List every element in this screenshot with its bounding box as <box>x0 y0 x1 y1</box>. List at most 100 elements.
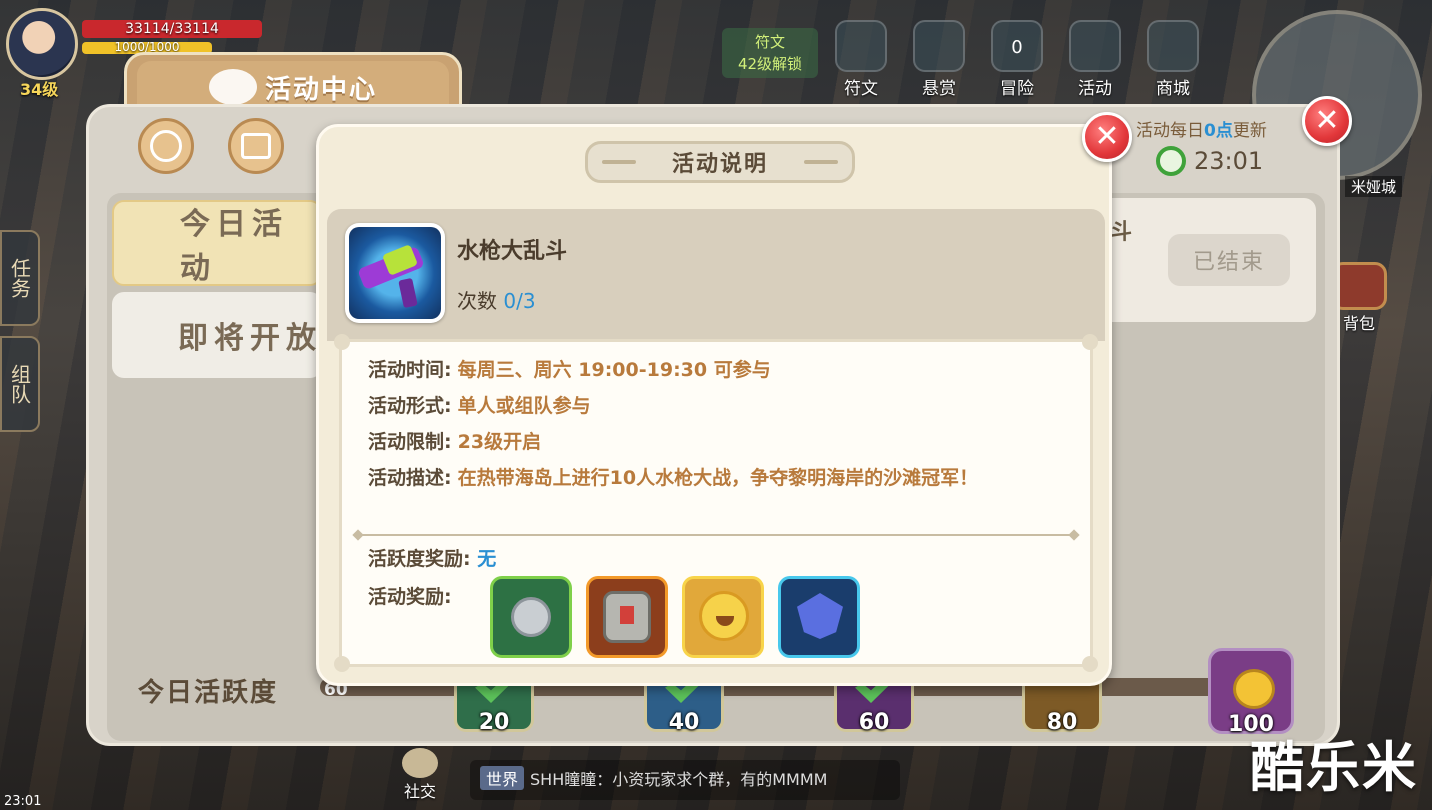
refresh-highlight: 0点 <box>1204 121 1233 141</box>
side-tabs: 任务 组队 <box>0 230 44 442</box>
rune-unlock-badge: 符文 42级解锁 <box>722 28 818 78</box>
system-clock: 23:01 <box>4 794 42 809</box>
corner-ornament <box>334 334 350 350</box>
detail-row-format: 活动形式: 单人或组队参与 <box>368 388 1088 424</box>
close-icon: ✕ <box>1094 119 1120 154</box>
water-gun-item-icon <box>345 223 445 323</box>
social-icon <box>402 748 438 778</box>
stopwatch-icon <box>1156 146 1186 176</box>
menu-shop[interactable]: 商城 <box>1138 20 1208 100</box>
countdown-timer: 23:01 <box>1156 146 1263 176</box>
activity-center-title: 活动中心 <box>264 74 377 105</box>
milestone-value: 40 <box>668 710 700 735</box>
social-button[interactable]: 社交 <box>392 748 448 802</box>
chat-bar[interactable]: 世界 SHH瞳瞳：小资玩家求个群，有的MMMM <box>470 760 900 800</box>
menu-bounty[interactable]: 悬赏 <box>904 20 974 100</box>
modal-close-button[interactable]: ✕ <box>1082 112 1132 162</box>
milestone-value: 60 <box>858 710 890 735</box>
hp-bar: 33114/33114 <box>82 20 262 38</box>
sun-pet-icon <box>699 591 749 641</box>
minimap-location: 米娅城 <box>1344 176 1402 197</box>
menu-rune-label: 符文 <box>844 79 878 99</box>
refresh-prefix: 活动每日 <box>1136 121 1204 141</box>
row-value: 每周三、周六 19:00-19:30 可参与 <box>457 359 771 381</box>
daily-activity-label: 今日活跃度 <box>138 678 279 708</box>
activity-detail-box: 活动时间: 每周三、周六 19:00-19:30 可参与 活动形式: 单人或组队… <box>334 334 1098 672</box>
chat-channel-tag: 世界 <box>480 766 525 790</box>
activity-name: 水枪大乱斗 <box>457 239 568 264</box>
silver-coins-icon <box>511 597 551 637</box>
corner-ornament <box>1082 334 1098 350</box>
side-tab-team[interactable]: 组队 <box>0 336 40 432</box>
menu-bounty-label: 悬赏 <box>922 79 956 99</box>
rune-badge-sub: 42级解锁 <box>737 55 803 73</box>
tab-upcoming[interactable]: 即将开放 <box>112 292 322 378</box>
title-ornament-icon <box>804 160 838 164</box>
side-tab-quest[interactable]: 任务 <box>0 230 40 326</box>
menu-activity[interactable]: 活动 <box>1060 20 1130 100</box>
row-value: 在热带海岛上进行10人水枪大战，争夺黎明海岸的沙滩冠军！ <box>457 467 979 489</box>
section-divider <box>356 534 1076 536</box>
count-label: 次数 <box>457 289 497 313</box>
row-key: 活动限制: <box>368 431 452 453</box>
activity-emblem-icon <box>208 69 257 105</box>
adventure-icon: 0 <box>991 20 1043 72</box>
detail-row-limit: 活动限制: 23级开启 <box>368 424 1088 460</box>
milestone-value: 20 <box>478 710 510 735</box>
rune-badge-title: 符文 <box>754 33 785 51</box>
badge-chest-icon <box>603 591 651 643</box>
alarm-clock-icon <box>150 130 182 162</box>
reward-blue-gem[interactable] <box>778 576 860 658</box>
calendar-tab-button[interactable] <box>228 118 284 174</box>
count-value: 0/3 <box>503 289 536 313</box>
rune-icon <box>835 20 887 72</box>
refresh-notice: 活动每日0点更新 <box>1136 116 1267 141</box>
calendar-icon <box>241 133 271 159</box>
row-key: 活动时间: <box>368 359 452 381</box>
bounty-icon <box>913 20 965 72</box>
timer-text: 23:01 <box>1194 147 1264 175</box>
ended-button[interactable]: 已结束 <box>1168 234 1290 286</box>
adventure-count: 0 <box>1011 37 1023 58</box>
attempt-count: 次数 0/3 <box>457 285 536 314</box>
shop-icon <box>1147 20 1199 72</box>
detail-rows: 活动时间: 每周三、周六 19:00-19:30 可参与 活动形式: 单人或组队… <box>368 352 1088 490</box>
row-value: 单人或组队参与 <box>457 395 591 417</box>
menu-activity-label: 活动 <box>1078 79 1112 99</box>
row-key: 活动描述: <box>368 467 452 489</box>
menu-adventure[interactable]: 0 冒险 <box>982 20 1052 100</box>
liveness-label: 活跃度奖励: <box>368 548 471 570</box>
reward-sun-pet[interactable] <box>682 576 764 658</box>
activity-info-modal: 活动说明 水枪大乱斗 次数 0/3 活动时间: 每周三、周六 19:00-19:… <box>316 124 1112 686</box>
menu-rune[interactable]: 符文 <box>826 20 896 100</box>
reward-badge-chest[interactable] <box>586 576 668 658</box>
tab-today-activity[interactable]: 今日活动 <box>112 200 322 286</box>
gold-coins-icon <box>1233 669 1275 709</box>
activity-icon <box>1069 20 1121 72</box>
hp-text: 33114/33114 <box>125 21 219 37</box>
clock-tab-button[interactable] <box>138 118 194 174</box>
player-level: 34级 <box>20 80 59 99</box>
refresh-suffix: 更新 <box>1232 121 1267 141</box>
milestone-chest-100[interactable]: 100 <box>1208 648 1294 737</box>
modal-title: 活动说明 <box>671 152 768 177</box>
detail-row-time: 活动时间: 每周三、周六 19:00-19:30 可参与 <box>368 352 1088 388</box>
player-avatar[interactable] <box>6 8 78 80</box>
watermark-logo: 酷乐米 <box>1250 736 1418 799</box>
row-key: 活动形式: <box>368 395 452 417</box>
activity-row-name-fragment: 斗 <box>1110 220 1133 245</box>
chat-message: SHH瞳瞳：小资玩家求个群，有的MMMM <box>530 770 828 789</box>
menu-shop-label: 商城 <box>1156 79 1190 99</box>
top-menu: 符文 悬赏 0 冒险 活动 商城 <box>826 20 1208 100</box>
milestone-value: 80 <box>1046 710 1078 735</box>
title-ornament-icon <box>602 160 636 164</box>
corner-ornament <box>334 656 350 672</box>
panel-close-button[interactable]: ✕ <box>1302 96 1352 146</box>
liveness-reward: 活跃度奖励: 无 <box>368 544 496 571</box>
rewards-label: 活动奖励: <box>368 586 452 608</box>
row-value: 23级开启 <box>457 431 542 453</box>
modal-title-plate: 活动说明 <box>585 141 855 183</box>
reward-silver-coins[interactable] <box>490 576 572 658</box>
detail-row-description: 活动描述: 在热带海岛上进行10人水枪大战，争夺黎明海岸的沙滩冠军！ <box>368 466 1088 490</box>
social-label: 社交 <box>403 782 436 801</box>
